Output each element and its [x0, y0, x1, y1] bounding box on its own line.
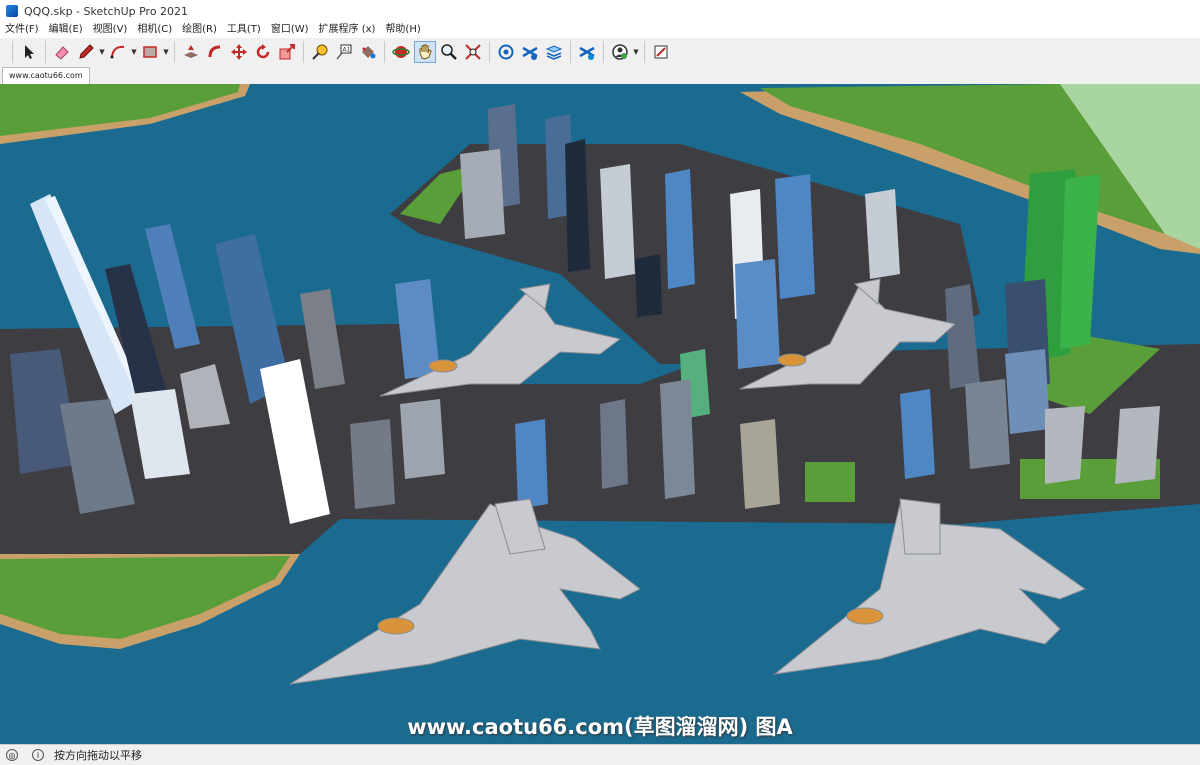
paint-bucket-icon[interactable]	[357, 41, 379, 63]
city-model-scene	[0, 84, 1200, 744]
sign-in-icon[interactable]	[650, 41, 672, 63]
select-icon[interactable]	[18, 41, 40, 63]
tower-north-7	[775, 174, 815, 299]
watermark-text: www.caotu66.com(草图溜溜网) 图A	[407, 715, 793, 739]
toolbar-separator	[603, 41, 604, 63]
push-pull-icon[interactable]	[180, 41, 202, 63]
menu-camera[interactable]: 相机(C)	[132, 22, 177, 38]
menu-help[interactable]: 帮助(H)	[380, 22, 425, 38]
arc-dropdown-icon[interactable]: ▼	[130, 41, 138, 63]
account-icon[interactable]	[609, 41, 631, 63]
menu-file[interactable]: 文件(F)	[0, 22, 44, 38]
toolbar-separator	[489, 41, 490, 63]
rectangle-dropdown-icon[interactable]: ▼	[162, 41, 170, 63]
info-icon[interactable]: i	[32, 749, 44, 761]
window-title: QQQ.skp - SketchUp Pro 2021	[24, 4, 189, 18]
tower-north-10	[635, 254, 662, 317]
toolbar-separator	[303, 41, 304, 63]
menu-edit[interactable]: 编辑(E)	[44, 22, 88, 38]
model-viewport[interactable]	[0, 84, 1200, 744]
tape-measure-icon[interactable]	[309, 41, 331, 63]
sketchup-app-icon	[6, 5, 18, 17]
tower-center-mid	[600, 399, 628, 489]
menu-window[interactable]: 窗口(W)	[266, 22, 314, 38]
extension-icon[interactable]	[519, 41, 541, 63]
pencil-dropdown-icon[interactable]: ▼	[98, 41, 106, 63]
block-left	[350, 419, 395, 509]
menu-view[interactable]: 视图(V)	[88, 22, 133, 38]
pan-icon[interactable]	[414, 41, 436, 63]
tower-north-8	[865, 189, 900, 279]
tower-east-5	[900, 389, 935, 479]
main-toolbar: ▼ ▼ ▼ A1 ▼	[0, 38, 1200, 66]
toolbar-separator	[174, 41, 175, 63]
tower-north-5	[665, 169, 695, 289]
toolbar-separator	[570, 41, 571, 63]
status-hint: 按方向拖动以平移	[54, 749, 142, 762]
pencil-icon[interactable]	[75, 41, 97, 63]
scale-icon[interactable]	[276, 41, 298, 63]
svg-text:A1: A1	[343, 47, 351, 54]
menu-draw[interactable]: 绘图(R)	[177, 22, 222, 38]
move-icon[interactable]	[228, 41, 250, 63]
toolbar-separator	[644, 41, 645, 63]
geo-location-icon[interactable]: ◎	[6, 749, 18, 761]
zoom-icon[interactable]	[438, 41, 460, 63]
plaza-grass-center	[805, 462, 855, 502]
status-bar: ◎ i 按方向拖动以平移	[0, 744, 1200, 765]
silo-1	[1045, 406, 1085, 484]
scene-tab-strip: www.caotu66.com	[0, 66, 1200, 84]
toolbar-separator	[45, 41, 46, 63]
warehouse-icon[interactable]	[495, 41, 517, 63]
menu-extensions[interactable]: 扩展程序 (x)	[314, 22, 381, 38]
rotate-icon[interactable]	[252, 41, 274, 63]
account-dropdown-icon[interactable]: ▼	[632, 41, 640, 63]
toolbar-separator	[12, 41, 13, 63]
orbit-icon[interactable]	[390, 41, 412, 63]
block-center-left	[400, 399, 445, 479]
tower-north-4	[600, 164, 635, 279]
zoom-extents-icon[interactable]	[462, 41, 484, 63]
tower-north-9	[735, 259, 780, 369]
rectangle-icon[interactable]	[139, 41, 161, 63]
tower-center-gray	[660, 379, 695, 499]
title-bar: QQQ.skp - SketchUp Pro 2021	[0, 0, 1200, 22]
components-icon[interactable]	[543, 41, 565, 63]
silo-2	[1115, 406, 1160, 484]
tower-east-3	[1005, 349, 1050, 434]
tower-center-beige	[740, 419, 780, 509]
menu-tools[interactable]: 工具(T)	[222, 22, 266, 38]
scene-tab[interactable]: www.caotu66.com	[2, 67, 90, 84]
text-icon[interactable]: A1	[333, 41, 355, 63]
layers-icon[interactable]	[576, 41, 598, 63]
follow-me-icon[interactable]	[204, 41, 226, 63]
tower-north-11	[460, 149, 505, 239]
toolbar-separator	[384, 41, 385, 63]
arc-icon[interactable]	[107, 41, 129, 63]
tower-center-blue	[515, 419, 548, 509]
tower-east-4	[965, 379, 1010, 469]
menu-bar: 文件(F) 编辑(E) 视图(V) 相机(C) 绘图(R) 工具(T) 窗口(W…	[0, 22, 1200, 38]
eraser-icon[interactable]	[51, 41, 73, 63]
